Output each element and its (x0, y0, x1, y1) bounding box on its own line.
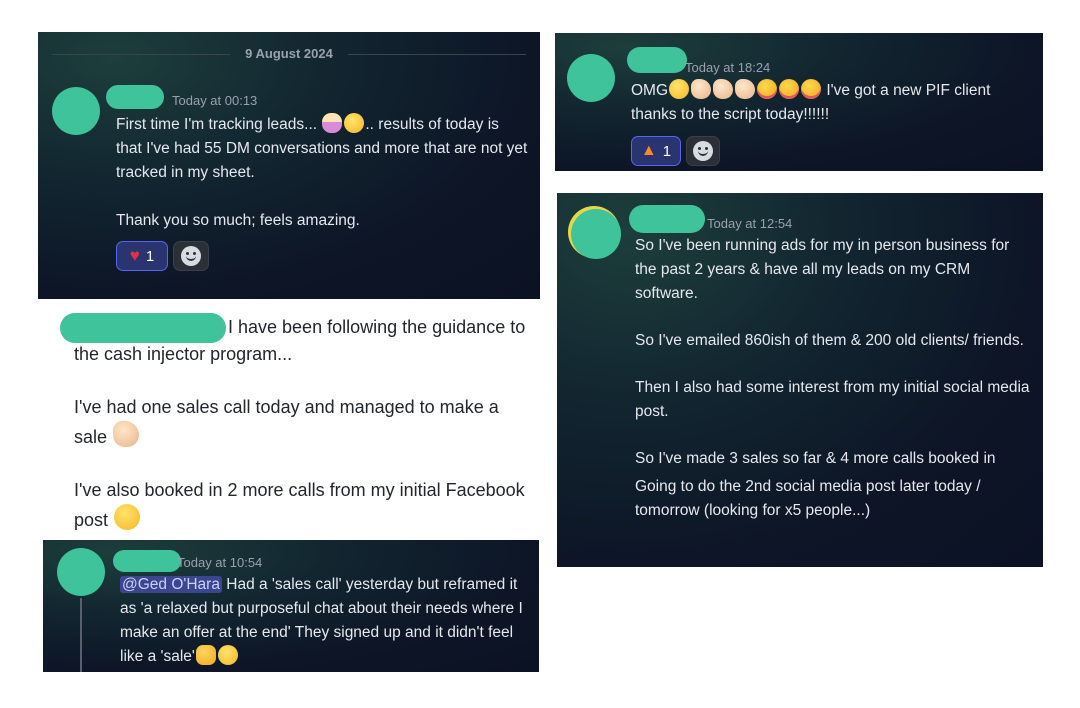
message-text: OMG (631, 82, 669, 99)
message-body: So I've been running ads for my in perso… (635, 234, 1031, 523)
fire-icon: ▲ (640, 142, 657, 159)
avatar[interactable] (567, 54, 615, 102)
fire-reaction[interactable]: ▲ 1 (631, 136, 681, 166)
message-text: I've also booked in 2 more calls from my… (74, 480, 525, 530)
raising-hands-emoji (113, 421, 140, 447)
message-card-3: Today at 12:54 So I've been running ads … (557, 193, 1043, 567)
smiling-face-emoji (344, 113, 365, 133)
message-text: So I've made 3 sales so far & 4 more cal… (635, 450, 996, 467)
message-body: First time I'm tracking leads... .. resu… (116, 113, 528, 233)
message-body: @Ged O'Hara Had a 'sales call' yesterday… (120, 573, 525, 669)
add-reaction-icon (693, 141, 713, 161)
thread-line (80, 598, 82, 672)
partying-face-emoji (757, 79, 778, 99)
message-text: First time I'm tracking leads... (116, 116, 318, 133)
woman-tipping-hand-emoji (322, 113, 343, 133)
clapping-hands-emoji (691, 79, 712, 99)
clapping-hands-emoji (713, 79, 734, 99)
grinning-squinting-face-emoji (114, 504, 141, 530)
heart-icon: ♥ (129, 246, 140, 265)
grinning-face-emoji (669, 79, 690, 99)
message-text: Then I also had some interest from my in… (635, 379, 1030, 420)
message-timestamp: Today at 18:24 (685, 60, 771, 75)
slightly-smiling-face-emoji (217, 645, 238, 665)
heart-reaction[interactable]: ♥ 1 (116, 241, 168, 271)
user-mention[interactable]: @Ged O'Hara (120, 576, 222, 593)
message-text: Going to do the 2nd social media post la… (635, 478, 981, 519)
message-card-1: 9 August 2024 Today at 00:13 First time … (38, 32, 540, 299)
add-reaction-icon (181, 246, 201, 266)
message-timestamp: Today at 10:54 (177, 555, 263, 570)
message-text: I have been following the guidance to th… (74, 317, 526, 364)
message-text: Thank you so much; feels amazing. (116, 212, 360, 229)
message-body: OMG I've got a new PIF client thanks to … (631, 79, 1031, 127)
partying-face-emoji (779, 79, 800, 99)
redacted-username[interactable] (106, 85, 164, 109)
message-timestamp: Today at 00:13 (172, 93, 258, 108)
partying-face-emoji (801, 79, 822, 99)
date-separator: 9 August 2024 (52, 46, 526, 62)
message-text: So I've been running ads for my in perso… (635, 237, 1010, 302)
reaction-count: 1 (145, 247, 155, 265)
message-text: So I've emailed 860ish of them & 200 old… (635, 332, 1024, 349)
redacted-username[interactable] (629, 205, 705, 233)
thumbs-up-emoji (195, 645, 216, 665)
add-reaction-button[interactable] (173, 241, 209, 271)
avatar[interactable] (571, 209, 621, 259)
message-card-4: Today at 10:54 @Ged O'Hara Had a 'sales … (43, 540, 539, 672)
avatar[interactable] (52, 87, 100, 135)
redacted-username[interactable] (113, 550, 181, 572)
reaction-count: 1 (662, 142, 672, 160)
clapping-hands-emoji (735, 79, 756, 99)
quoted-message: I have been following the guidance to th… (74, 314, 534, 534)
message-timestamp: Today at 12:54 (707, 216, 793, 231)
add-reaction-button[interactable] (686, 136, 720, 166)
redacted-username[interactable] (627, 47, 687, 73)
message-card-2: Today at 18:24 OMG I've got a new PIF cl… (555, 33, 1043, 171)
avatar[interactable] (57, 548, 105, 596)
